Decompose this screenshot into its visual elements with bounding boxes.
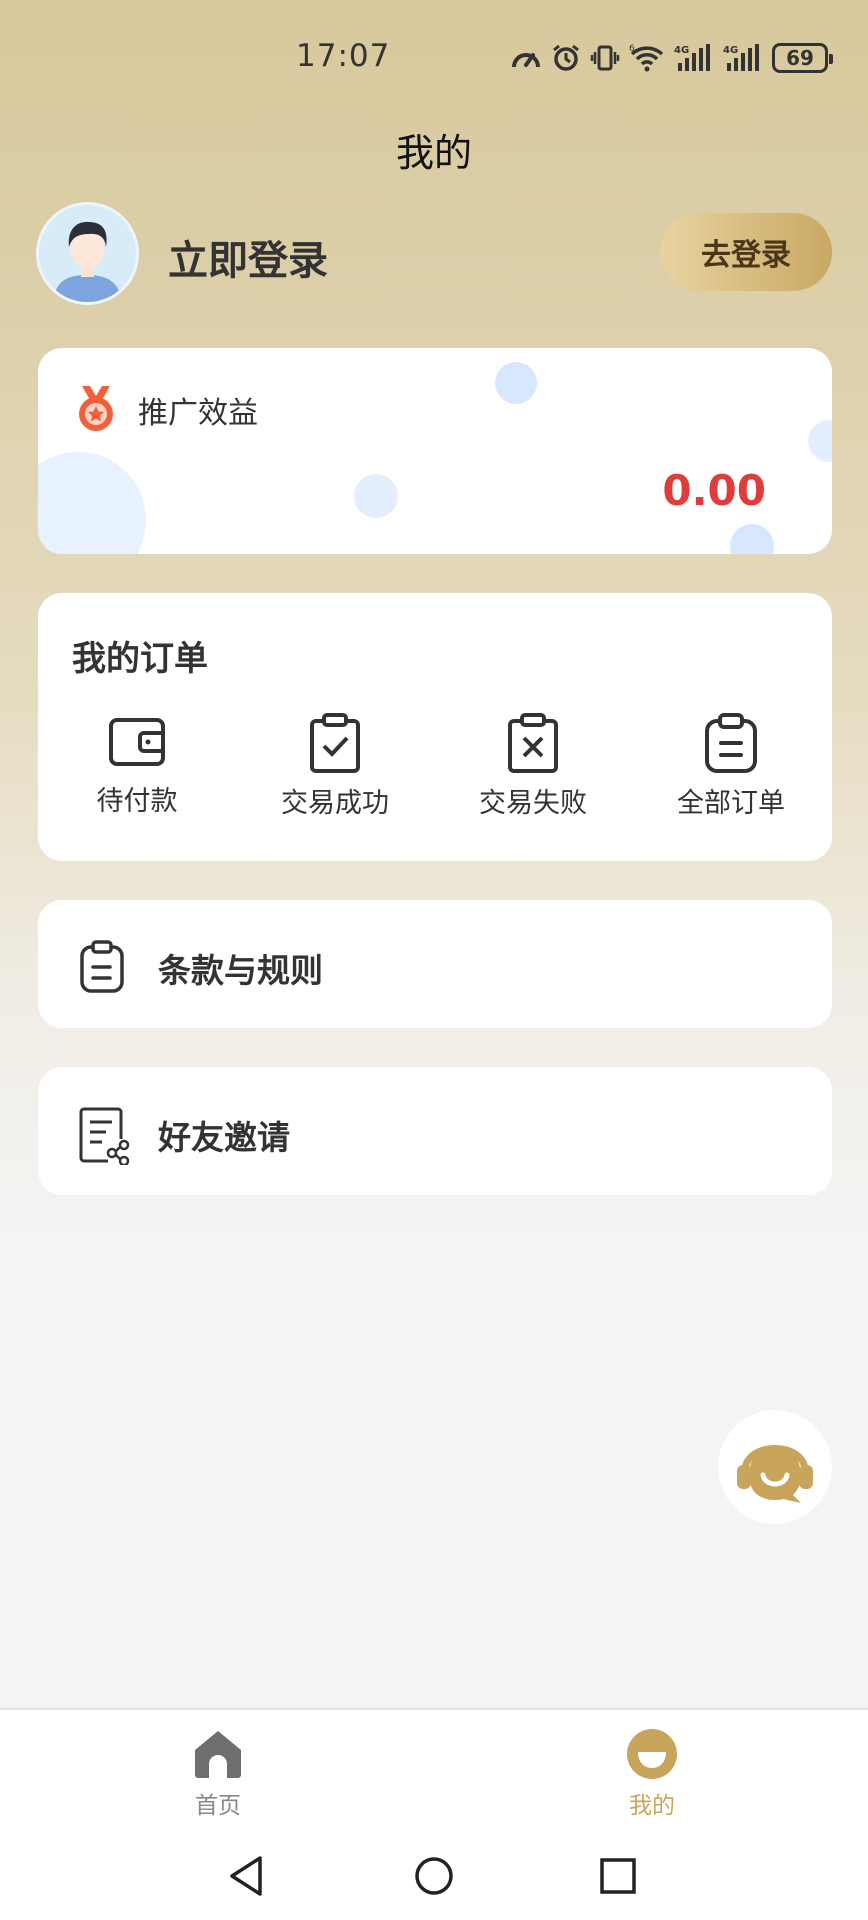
headset-icon [737, 1445, 813, 1503]
order-label: 待付款 [96, 786, 178, 817]
decor-bubble [38, 452, 146, 554]
wifi-sup-label: 6 [629, 44, 635, 54]
clipboard-icon [80, 940, 124, 993]
menu-item-terms[interactable]: 条款与规则 [38, 900, 832, 1028]
recents-button[interactable] [596, 1854, 640, 1901]
login-button[interactable]: 去登录 [660, 213, 832, 291]
medal-icon [79, 386, 113, 431]
login-prompt[interactable]: 立即登录 [168, 228, 328, 286]
recents-icon [600, 1858, 636, 1894]
order-item-all[interactable]: 全部订单 [632, 713, 830, 820]
tab-home[interactable]: 首页 [148, 1728, 288, 1820]
wallet-icon [109, 718, 165, 766]
battery-icon: 69 [772, 43, 833, 73]
clipboard-x-icon [508, 713, 558, 773]
status-time: 17:07 [296, 38, 391, 74]
mine-icon [627, 1729, 677, 1779]
page-title: 我的 [395, 131, 472, 175]
menu-label: 条款与规则 [158, 951, 323, 990]
signal-icon: 4G [723, 44, 759, 71]
wifi-icon: 6 [629, 44, 664, 72]
promo-title: 推广效益 [138, 396, 258, 431]
battery-level: 69 [786, 46, 814, 70]
avatar-icon [39, 205, 136, 302]
clipboard-check-icon [310, 713, 360, 773]
orders-title: 我的订单 [72, 639, 208, 679]
avatar[interactable] [36, 202, 139, 305]
decor-bubble [730, 524, 774, 554]
menu-item-invite[interactable]: 好友邀请 [38, 1067, 832, 1195]
order-item-pending-payment[interactable]: 待付款 [38, 713, 236, 820]
home-icon [195, 1731, 241, 1778]
document-share-icon [79, 1107, 130, 1165]
profile-section: 立即登录 去登录 [36, 200, 832, 306]
order-items: 待付款 交易成功 交易失败 全部订单 [38, 713, 832, 820]
order-label: 交易成功 [281, 788, 389, 819]
promo-value: 0.00 [662, 466, 766, 515]
decor-bubble [808, 420, 832, 462]
clipboard-list-icon [705, 713, 757, 773]
network-label: 4G [674, 45, 689, 56]
promo-card[interactable]: 推广效益 0.00 [38, 348, 832, 554]
order-label: 全部订单 [677, 788, 785, 819]
customer-service-button[interactable] [718, 1410, 832, 1524]
decor-bubble [495, 362, 537, 404]
back-icon [230, 1856, 262, 1896]
order-item-success[interactable]: 交易成功 [236, 713, 434, 820]
home-circle-icon [415, 1857, 453, 1895]
system-nav-bar [0, 1828, 868, 1920]
status-bar: 17:07 6 4G 4G 69 [0, 0, 868, 115]
tab-mine[interactable]: 我的 [582, 1728, 722, 1820]
menu-label: 好友邀请 [158, 1118, 290, 1157]
decor-bubble [354, 474, 398, 518]
orders-card: 我的订单 待付款 交易成功 交易失败 全部订单 [38, 593, 832, 861]
order-label: 交易失败 [479, 788, 587, 819]
order-item-failed[interactable]: 交易失败 [434, 713, 632, 820]
status-icons: 6 4G 4G 69 [510, 40, 833, 76]
network-label: 4G [723, 45, 738, 56]
tab-label: 我的 [629, 1793, 675, 1819]
speed-meter-icon [512, 53, 540, 68]
home-button[interactable] [412, 1854, 456, 1901]
signal-icon: 4G [674, 44, 710, 71]
back-button[interactable] [226, 1854, 268, 1901]
vibrate-icon [590, 45, 620, 71]
tab-label: 首页 [195, 1793, 241, 1819]
alarm-icon [553, 44, 579, 71]
